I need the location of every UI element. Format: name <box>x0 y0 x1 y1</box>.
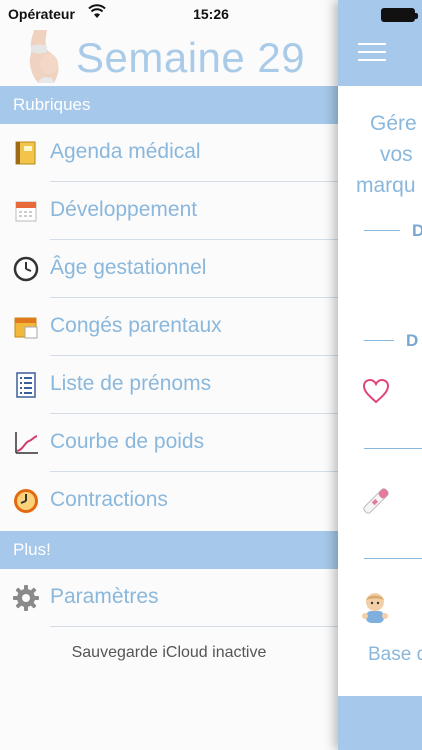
panel-text-line: marqu <box>356 174 416 197</box>
icloud-status-text: Sauvegarde iCloud inactive <box>71 644 267 661</box>
panel-text-line: vos <box>380 143 413 166</box>
divider-line <box>364 340 394 341</box>
status-time: 15:26 <box>193 6 229 22</box>
baby-icon[interactable] <box>360 592 390 624</box>
section-header-rubriques: Rubriques <box>0 86 338 124</box>
menu-item-label: Agenda médical <box>50 140 201 163</box>
gear-icon <box>13 585 39 611</box>
alarm-clock-icon <box>14 489 38 513</box>
menu-item-developpement[interactable]: Développement <box>0 182 338 240</box>
menu-item-label: Liste de prénoms <box>50 372 212 395</box>
section-letter: D <box>412 221 422 240</box>
menu-item-conges-parentaux[interactable]: Congés parentaux <box>0 298 338 356</box>
panel-text-line: Gére <box>370 112 417 135</box>
menu-item-label: Âge gestationnel <box>50 256 207 279</box>
menu-item-label: Développement <box>50 198 198 221</box>
section-header-plus: Plus! <box>0 531 338 569</box>
menu-item-parametres[interactable]: Paramètres <box>0 569 338 627</box>
menu-item-label: Congés parentaux <box>50 314 222 337</box>
clock-icon <box>13 256 39 282</box>
heart-icon[interactable] <box>362 378 390 404</box>
menu-item-contractions[interactable]: Contractions <box>0 472 338 530</box>
menu-item-label: Paramètres <box>50 585 159 608</box>
menu-item-courbe-de-poids[interactable]: Courbe de poids <box>0 414 338 472</box>
calendar-icon <box>15 201 37 222</box>
battery-icon <box>381 8 418 22</box>
divider-line <box>364 558 422 559</box>
divider-line <box>364 448 422 449</box>
calendar-24-icon <box>14 317 38 339</box>
chart-icon <box>15 432 38 454</box>
panel-text-line: Base d <box>368 644 422 665</box>
menu-header: Semaine 29 <box>0 28 338 85</box>
menu-item-label: Courbe de poids <box>50 430 205 453</box>
status-bar: Opérateur 15:26 <box>0 0 422 28</box>
pregnancy-test-icon[interactable] <box>362 486 390 516</box>
menu-item-label: Contractions <box>50 488 168 511</box>
list-icon <box>16 372 36 398</box>
carrier-label: Opérateur <box>8 6 75 22</box>
section-letter: D <box>406 331 419 350</box>
separator <box>50 626 338 627</box>
pregnant-woman-avatar <box>16 30 66 83</box>
main-panel[interactable]: Gére vos marqu D D Base d <box>338 0 422 750</box>
menu-item-liste-de-prenoms[interactable]: Liste de prénoms <box>0 356 338 414</box>
side-menu: Semaine 29 Rubriques Agenda médical Déve… <box>0 0 338 750</box>
divider-line <box>364 230 400 231</box>
menu-item-age-gestationnel[interactable]: Âge gestationnel <box>0 240 338 298</box>
wifi-icon <box>88 4 106 18</box>
panel-tabbar <box>338 696 422 750</box>
hamburger-menu-icon[interactable] <box>358 43 386 63</box>
menu-item-agenda-medical[interactable]: Agenda médical <box>0 124 338 182</box>
week-title: Semaine 29 <box>76 34 306 81</box>
agenda-icon <box>15 141 36 165</box>
